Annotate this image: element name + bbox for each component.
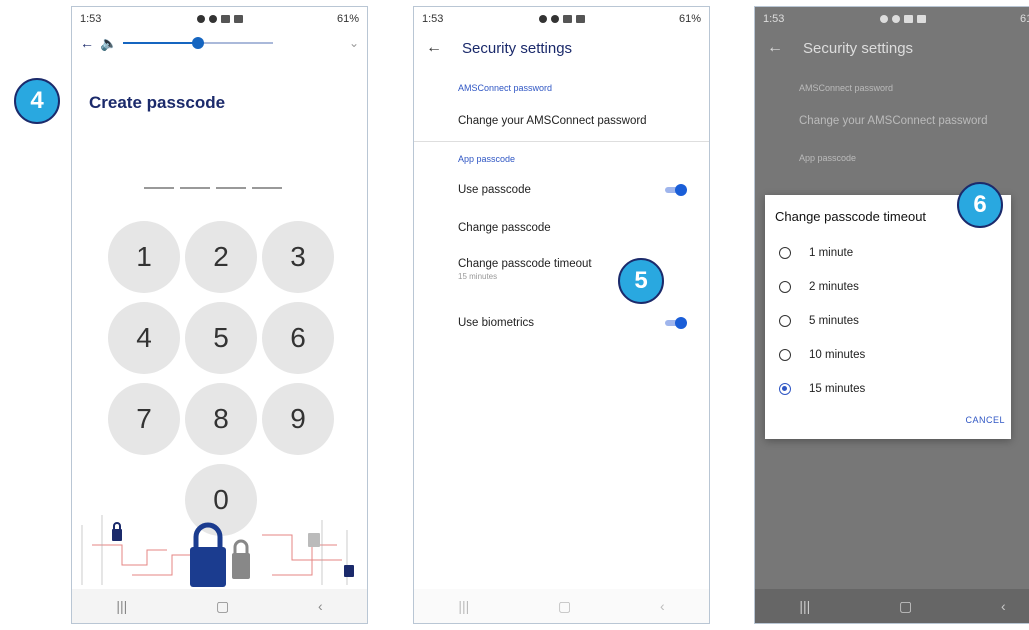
option-10-minutes[interactable]: 10 minutes: [765, 338, 1011, 372]
home-icon[interactable]: ▢: [558, 598, 571, 615]
chevron-down-icon[interactable]: ⌄: [349, 36, 359, 50]
battery-level: 61%: [678, 13, 701, 25]
key-4[interactable]: 4: [108, 302, 180, 374]
change-password-item: Change your AMSConnect password: [755, 115, 1029, 127]
key-9[interactable]: 9: [262, 383, 334, 455]
page-title: Create passcode: [89, 93, 226, 112]
status-icons: 61%: [879, 13, 1029, 25]
section-label-passcode: App passcode: [458, 154, 516, 164]
option-15-minutes[interactable]: 15 minutes: [765, 372, 1011, 406]
option-2-minutes[interactable]: 2 minutes: [765, 270, 1011, 304]
pin-indicator: [144, 187, 282, 189]
use-biometrics-toggle[interactable]: [665, 317, 687, 329]
status-time: 1:53: [763, 13, 785, 25]
back-icon[interactable]: ‹: [660, 598, 665, 614]
key-1[interactable]: 1: [108, 221, 180, 293]
timeout-dialog: Change passcode timeout 1 minute 2 minut…: [765, 195, 1011, 439]
option-label: 10 minutes: [809, 349, 866, 361]
back-arrow-icon[interactable]: ←: [80, 35, 94, 51]
key-3[interactable]: 3: [262, 221, 334, 293]
use-biometrics-label: Use biometrics: [458, 317, 535, 329]
app-header: ← Security settings: [755, 31, 1029, 65]
status-icons: 61%: [196, 13, 359, 25]
divider: [414, 141, 709, 142]
home-icon[interactable]: ▢: [216, 598, 229, 615]
key-2[interactable]: 2: [185, 221, 257, 293]
recent-apps-icon[interactable]: |||: [799, 598, 810, 614]
status-time: 1:53: [80, 13, 102, 25]
back-icon[interactable]: ‹: [318, 598, 323, 614]
radio-button-selected[interactable]: [779, 383, 791, 395]
status-bar: 1:53 61%: [414, 7, 709, 31]
volume-slider[interactable]: [123, 37, 274, 49]
status-bar: 1:53 61%: [755, 7, 1029, 31]
change-password-label: Change your AMSConnect password: [799, 115, 988, 127]
create-passcode-screen: 1:53 61% ← 🔈 ⌄ Create passcode 1 2 3 4 5…: [71, 6, 368, 624]
radio-button[interactable]: [779, 281, 791, 293]
change-password-item[interactable]: Change your AMSConnect password: [414, 115, 709, 127]
change-passcode-label: Change passcode: [458, 222, 551, 234]
volume-bar[interactable]: ← 🔈 ⌄: [72, 31, 367, 55]
radio-button[interactable]: [779, 349, 791, 361]
back-icon[interactable]: ‹: [1001, 598, 1006, 614]
use-passcode-label: Use passcode: [458, 184, 531, 196]
security-settings-screen: 1:53 61% ← Security settings AMSConnect …: [413, 6, 710, 624]
status-time: 1:53: [422, 13, 444, 25]
radio-button[interactable]: [779, 247, 791, 259]
step-badge-6: 6: [957, 182, 1003, 228]
option-label: 15 minutes: [809, 383, 866, 395]
step-badge-4: 4: [14, 78, 60, 124]
option-label: 5 minutes: [809, 315, 859, 327]
step-badge-5: 5: [618, 258, 664, 304]
volume-knob[interactable]: [192, 37, 205, 49]
recent-apps-icon[interactable]: |||: [458, 598, 469, 614]
recent-apps-icon[interactable]: |||: [116, 598, 127, 614]
option-5-minutes[interactable]: 5 minutes: [765, 304, 1011, 338]
key-6[interactable]: 6: [262, 302, 334, 374]
change-timeout-item[interactable]: Change passcode timeout 15 minutes: [414, 258, 709, 281]
security-lock-illustration: [81, 515, 354, 587]
header-title: Security settings: [462, 39, 573, 57]
key-8[interactable]: 8: [185, 383, 257, 455]
radio-button[interactable]: [779, 315, 791, 327]
battery-level: 61%: [1019, 13, 1029, 25]
home-icon[interactable]: ▢: [899, 598, 912, 615]
section-label-password: AMSConnect password: [799, 83, 894, 93]
timeout-dialog-screen: 1:53 61% ← Security settings AMSConnect …: [754, 6, 1029, 624]
option-label: 2 minutes: [809, 281, 859, 293]
lock-icon: [190, 547, 226, 587]
app-header: ← Security settings: [414, 31, 709, 65]
back-arrow-icon[interactable]: ←: [767, 39, 783, 57]
key-7[interactable]: 7: [108, 383, 180, 455]
status-bar: 1:53 61%: [72, 7, 367, 31]
change-password-label: Change your AMSConnect password: [458, 115, 647, 127]
status-icons: 61%: [538, 13, 701, 25]
battery-level: 61%: [336, 13, 359, 25]
speaker-icon: 🔈: [100, 34, 118, 51]
header-title: Security settings: [803, 39, 914, 57]
option-label: 1 minute: [809, 247, 854, 259]
section-label-password: AMSConnect password: [458, 83, 553, 93]
use-passcode-item[interactable]: Use passcode: [414, 184, 709, 196]
back-arrow-icon[interactable]: ←: [426, 39, 442, 57]
section-label-passcode: App passcode: [799, 153, 857, 163]
key-5[interactable]: 5: [185, 302, 257, 374]
android-nav-bar: ||| ▢ ‹: [414, 589, 709, 623]
android-nav-bar: ||| ▢ ‹: [72, 589, 367, 623]
use-passcode-toggle[interactable]: [665, 184, 687, 196]
change-passcode-item[interactable]: Change passcode: [414, 222, 709, 234]
use-biometrics-item[interactable]: Use biometrics: [414, 317, 709, 329]
cancel-button[interactable]: CANCEL: [965, 415, 1005, 425]
android-nav-bar: ||| ▢ ‹: [755, 589, 1029, 623]
option-1-minute[interactable]: 1 minute: [765, 236, 1011, 270]
